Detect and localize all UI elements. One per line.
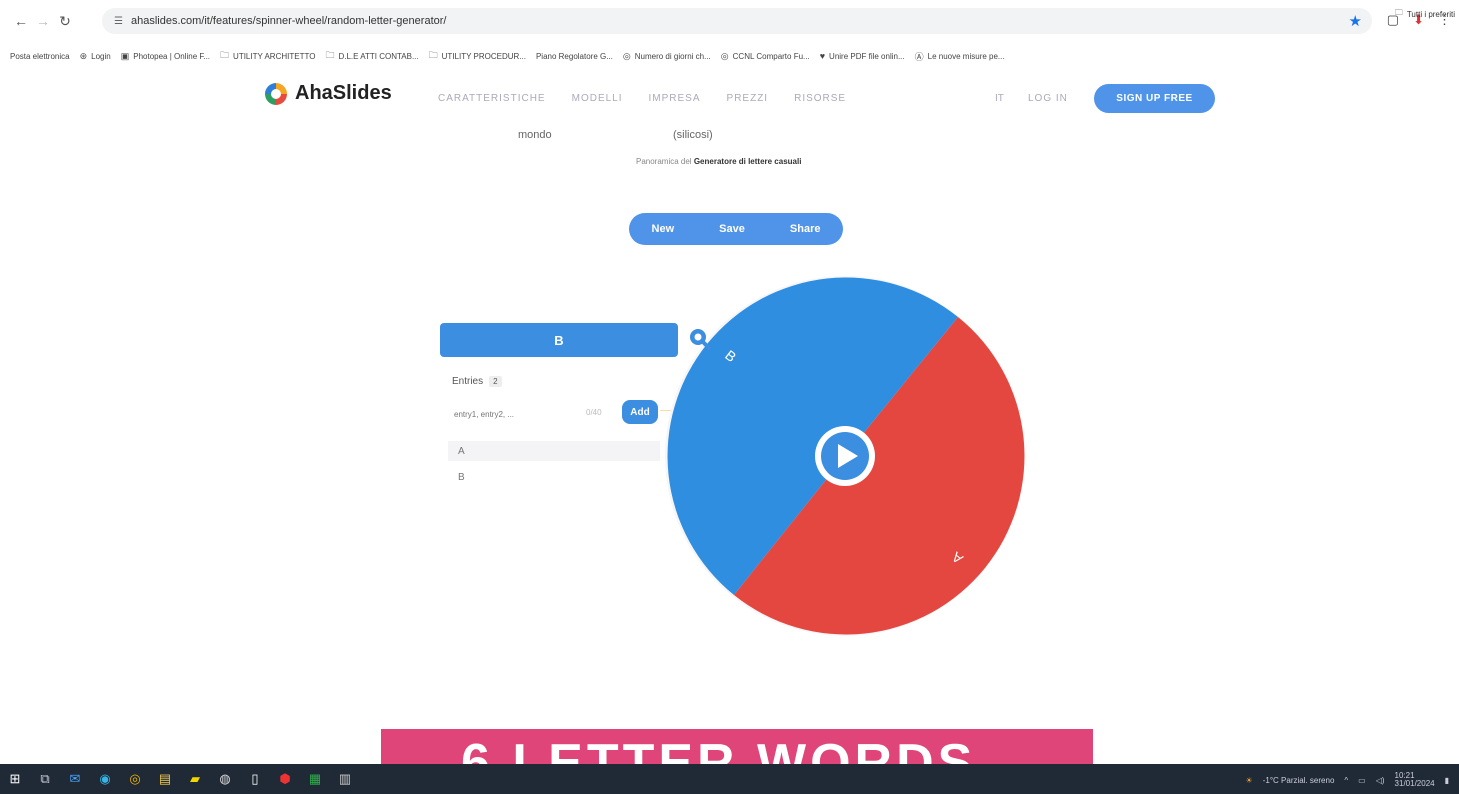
document-icon[interactable]: ▯: [240, 764, 270, 794]
result-display: B: [440, 323, 678, 357]
nav-item-risorse[interactable]: RISORSE: [794, 93, 846, 104]
calculator-icon[interactable]: ▥: [330, 764, 360, 794]
folder-icon: 🗀: [325, 50, 335, 60]
bookmark-item[interactable]: 🗀 UTILITY PROCEDUR...: [429, 48, 526, 64]
add-entry-button[interactable]: Add: [622, 400, 658, 424]
sticky-notes-icon[interactable]: ▰: [180, 764, 210, 794]
windows-taskbar: ⊞ ⧉ ✉ ◉ ◎ ▤ ▰ ◍ ▯ ⬢ ▦ ▥ ☀ -1°C Parzial. …: [0, 764, 1459, 794]
text-fragment: mondo: [518, 129, 552, 141]
bookmarks-bar: Posta elettronica ⊛ Login ▣ Photopea | Onlin…: [0, 43, 1459, 69]
entry-char-counter: 0/40: [586, 408, 602, 417]
chevron-up-icon[interactable]: ^: [1344, 776, 1348, 785]
weather-icon: ☀: [1245, 775, 1253, 785]
site-logo[interactable]: AhaSlides: [265, 82, 392, 105]
browser-toolbar: ← → ↻ ☰ ahaslides.com/it/features/spinne…: [0, 0, 1459, 42]
bookmark-item[interactable]: ▣ Photopea | Online F...: [121, 51, 210, 62]
acrobat-icon[interactable]: ⬢: [270, 764, 300, 794]
bookmark-star-icon[interactable]: ★: [1349, 12, 1362, 30]
bookmark-item[interactable]: Posta elettronica: [10, 52, 70, 61]
nav-item-modelli[interactable]: MODELLI: [572, 93, 623, 104]
globe-icon: ◎: [622, 50, 631, 61]
bookmark-item[interactable]: ⊛ Login: [80, 51, 111, 62]
photopea-icon: ▣: [120, 50, 130, 61]
back-arrow-icon[interactable]: ←: [10, 13, 32, 29]
spin-play-button[interactable]: [815, 426, 875, 486]
volume-icon[interactable]: ◁): [1376, 776, 1385, 785]
wheel-actions: New Save Share: [629, 213, 843, 245]
file-explorer-icon[interactable]: ▤: [150, 764, 180, 794]
bookmark-item[interactable]: Ⓐ Le nuove misure pe...: [915, 50, 1005, 63]
folder-icon: 🗀: [1394, 8, 1403, 17]
bookmark-item[interactable]: ◎ CCNL Comparto Fu...: [721, 51, 810, 62]
globe-icon: ◎: [720, 50, 729, 61]
wheel-pointer-icon: [690, 329, 712, 351]
save-button[interactable]: Save: [719, 223, 745, 235]
overview-caption: Panoramica del Generatore di lettere cas…: [636, 157, 802, 166]
heart-icon: ♥: [819, 51, 826, 61]
url-text: ahaslides.com/it/features/spinner-wheel/…: [130, 15, 447, 27]
link-icon: ⊛: [79, 50, 88, 61]
text-fragment: (silicosi): [673, 129, 713, 141]
list-item[interactable]: B: [448, 467, 660, 487]
network-icon[interactable]: ▭: [1358, 776, 1366, 785]
ahaslides-logo-icon: [265, 82, 287, 105]
task-view-icon[interactable]: ⧉: [30, 764, 60, 794]
weather-text[interactable]: -1°C Parzial. sereno: [1263, 776, 1335, 785]
language-selector[interactable]: IT: [995, 93, 1004, 104]
nav-item-impresa[interactable]: IMPRESA: [649, 93, 701, 104]
excel-icon[interactable]: ▦: [300, 764, 330, 794]
entries-header: Entries 2: [452, 376, 502, 387]
spinner-wheel[interactable]: B A: [664, 275, 1026, 637]
start-icon[interactable]: ⊞: [0, 764, 30, 794]
all-bookmarks[interactable]: 🗀 Tutti i preferiti: [1395, 7, 1455, 21]
nav-item-prezzi[interactable]: PREZZI: [727, 93, 769, 104]
bookmark-item[interactable]: Piano Regolatore G...: [536, 52, 613, 61]
bookmark-item[interactable]: ◎ Numero di giorni ch...: [623, 51, 711, 62]
entries-count-badge: 2: [489, 376, 502, 387]
signup-button[interactable]: SIGN UP FREE: [1094, 84, 1215, 113]
new-button[interactable]: New: [652, 223, 675, 235]
mail-icon[interactable]: ✉: [60, 764, 90, 794]
forward-arrow-icon[interactable]: →: [32, 13, 54, 29]
edge-icon[interactable]: ◉: [90, 764, 120, 794]
clock[interactable]: 10:21 31/01/2024: [1395, 772, 1435, 788]
bookmark-item[interactable]: 🗀 UTILITY ARCHITETTO: [220, 48, 315, 64]
folder-icon: 🗀: [428, 50, 438, 60]
nav-item-caratteristiche[interactable]: CARATTERISTICHE: [438, 93, 546, 104]
bookmark-item[interactable]: ♥ Unire PDF file onlin...: [820, 51, 905, 61]
bookmark-item[interactable]: 🗀 D.L.E ATTI CONTAB...: [325, 48, 418, 64]
login-link[interactable]: LOG IN: [1028, 93, 1068, 104]
site-info-icon[interactable]: ☰: [114, 16, 123, 27]
folder-icon: 🗀: [220, 50, 230, 60]
list-item[interactable]: A: [448, 441, 660, 461]
main-nav: CARATTERISTICHE MODELLI IMPRESA PREZZI R…: [438, 93, 846, 104]
share-button[interactable]: Share: [790, 223, 821, 235]
app-icon[interactable]: ◍: [210, 764, 240, 794]
address-bar[interactable]: ☰ ahaslides.com/it/features/spinner-whee…: [102, 8, 1372, 34]
reload-icon[interactable]: ↻: [54, 13, 76, 30]
chrome-icon[interactable]: ◎: [120, 764, 150, 794]
badge-icon: Ⓐ: [914, 51, 924, 62]
system-tray: ☀ -1°C Parzial. sereno ^ ▭ ◁) 10:21 31/0…: [1246, 772, 1449, 788]
notification-icon[interactable]: ▮: [1445, 776, 1449, 785]
